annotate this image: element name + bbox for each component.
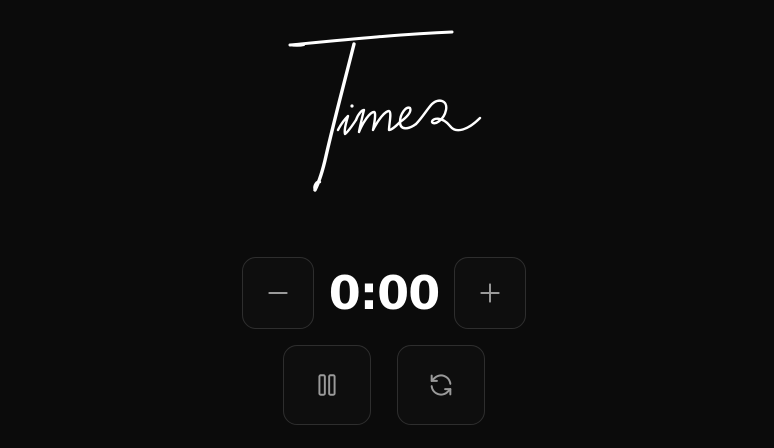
reset-icon [430, 374, 452, 396]
increase-time-button[interactable] [454, 257, 526, 329]
minus-icon [268, 292, 288, 294]
timer-display: 0:00 [328, 266, 440, 320]
pause-icon [318, 374, 336, 396]
plus-icon [480, 283, 500, 303]
timer-page: Timer 0:00 [0, 0, 774, 448]
pause-button[interactable] [283, 345, 371, 425]
signature-lettering-icon [288, 30, 482, 192]
decrease-time-button[interactable] [242, 257, 314, 329]
timer-title-logo: Timer [282, 26, 492, 198]
reset-button[interactable] [397, 345, 485, 425]
